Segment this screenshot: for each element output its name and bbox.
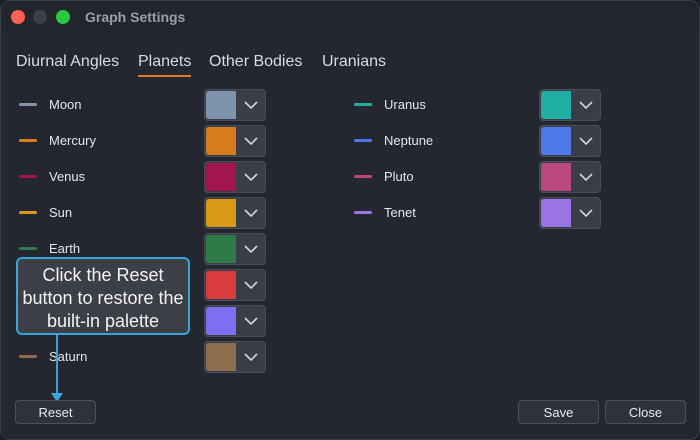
planet-label: Sun: [49, 205, 73, 220]
tab-uranians[interactable]: Uranians: [322, 53, 386, 71]
planet-line-swatch: [354, 175, 372, 178]
planet-line-swatch: [354, 103, 372, 106]
planet-line-swatch: [19, 247, 37, 250]
maximize-window-button[interactable]: [56, 10, 70, 24]
color-swatch: [206, 127, 236, 155]
color-picker-dropdown[interactable]: [204, 269, 266, 301]
color-swatch: [206, 199, 236, 227]
color-picker-dropdown[interactable]: [539, 125, 601, 157]
color-picker-dropdown[interactable]: [204, 305, 266, 337]
close-window-button[interactable]: [11, 10, 25, 24]
tab-other-bodies[interactable]: Other Bodies: [209, 53, 302, 71]
planet-line-swatch: [354, 139, 372, 142]
callout-text: Click the Reset button to restore the bu…: [22, 265, 184, 331]
planet-line-swatch: [354, 211, 372, 214]
color-swatch: [541, 91, 571, 119]
planet-label: Mercury: [49, 133, 96, 148]
planet-label: Moon: [49, 97, 82, 112]
tab-diurnal-angles[interactable]: Diurnal Angles: [16, 53, 119, 71]
chevron-down-icon: [244, 245, 258, 254]
color-picker-dropdown[interactable]: [204, 233, 266, 265]
planet-label: Pluto: [384, 169, 414, 184]
planet-line-swatch: [19, 139, 37, 142]
reset-hint-callout: Click the Reset button to restore the bu…: [16, 257, 190, 335]
planet-row: Sun: [19, 197, 266, 229]
planet-row: Mercury: [19, 125, 266, 157]
planet-line-swatch: [19, 103, 37, 106]
close-button[interactable]: Close: [605, 400, 686, 424]
tab-planets[interactable]: Planets: [138, 53, 192, 77]
planet-label: Venus: [49, 169, 86, 184]
color-picker-dropdown[interactable]: [539, 197, 601, 229]
planet-label: Uranus: [384, 97, 426, 112]
save-button[interactable]: Save: [518, 400, 599, 424]
reset-button[interactable]: Reset: [15, 400, 96, 424]
chevron-down-icon: [244, 173, 258, 182]
chevron-down-icon: [244, 353, 258, 362]
chevron-down-icon: [579, 209, 593, 218]
color-picker-dropdown[interactable]: [204, 125, 266, 157]
color-swatch: [541, 163, 571, 191]
title-bar: Graph Settings: [1, 1, 699, 33]
planet-line-swatch: [19, 355, 37, 358]
color-swatch: [206, 343, 236, 371]
chevron-down-icon: [244, 101, 258, 110]
color-swatch: [206, 163, 236, 191]
color-picker-dropdown[interactable]: [539, 89, 601, 121]
color-picker-dropdown[interactable]: [204, 341, 266, 373]
planet-label: Neptune: [384, 133, 434, 148]
planet-row: Neptune: [354, 125, 601, 157]
chevron-down-icon: [579, 173, 593, 182]
planet-label: Earth: [49, 241, 81, 256]
color-swatch: [541, 127, 571, 155]
color-swatch: [206, 271, 236, 299]
color-picker-dropdown[interactable]: [204, 89, 266, 121]
chevron-down-icon: [244, 137, 258, 146]
color-swatch: [541, 199, 571, 227]
planet-row: Venus: [19, 161, 266, 193]
planet-label: Saturn: [49, 349, 88, 364]
planet-row: Uranus: [354, 89, 601, 121]
minimize-window-button[interactable]: [33, 10, 47, 24]
callout-arrow-line: [56, 335, 58, 395]
planet-row: Tenet: [354, 197, 601, 229]
planet-line-swatch: [19, 211, 37, 214]
color-swatch: [206, 91, 236, 119]
chevron-down-icon: [579, 101, 593, 110]
planet-label: Tenet: [384, 205, 416, 220]
color-swatch: [206, 307, 236, 335]
chevron-down-icon: [244, 281, 258, 290]
window-title: Graph Settings: [85, 9, 186, 25]
color-swatch: [206, 235, 236, 263]
planet-row: Moon: [19, 89, 266, 121]
planet-line-swatch: [19, 175, 37, 178]
color-picker-dropdown[interactable]: [539, 161, 601, 193]
chevron-down-icon: [579, 137, 593, 146]
chevron-down-icon: [244, 317, 258, 326]
color-picker-dropdown[interactable]: [204, 161, 266, 193]
planet-row: Pluto: [354, 161, 601, 193]
graph-settings-window: Graph Settings Diurnal Angles Planets Ot…: [0, 0, 700, 440]
color-picker-dropdown[interactable]: [204, 197, 266, 229]
chevron-down-icon: [244, 209, 258, 218]
